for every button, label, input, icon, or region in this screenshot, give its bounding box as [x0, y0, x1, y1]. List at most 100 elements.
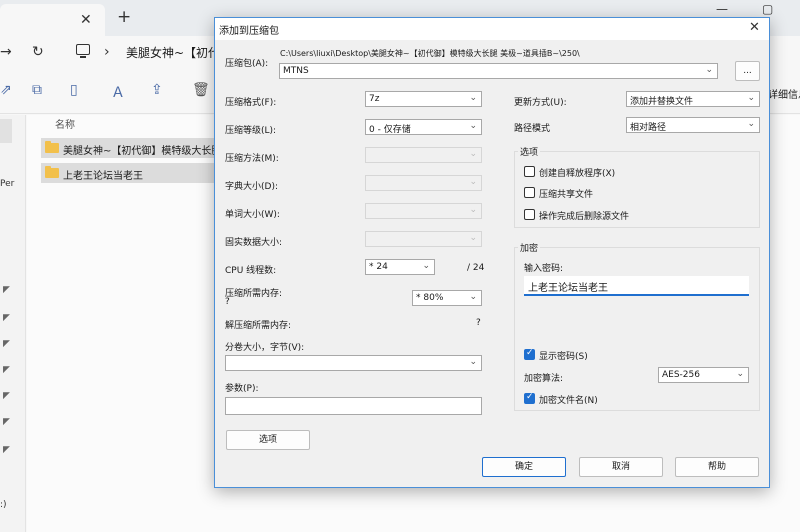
pin-icon: ◤ — [3, 339, 10, 349]
forward-arrow-icon[interactable]: → — [0, 44, 12, 60]
path-mode-select[interactable]: 相对路径 ⌄ — [626, 117, 760, 133]
options-button[interactable]: 选项 — [226, 430, 310, 450]
solid-size-label: 固实数据大小: — [225, 238, 283, 248]
cancel-button[interactable]: 取消 — [579, 457, 663, 477]
pin-icon: ◤ — [3, 391, 10, 401]
shared-files-checkbox[interactable] — [524, 187, 535, 198]
paste-icon[interactable]: ▯ — [70, 82, 78, 98]
encrypt-names-label[interactable]: 加密文件名(N) — [539, 393, 598, 406]
archive-label: 压缩包(A): — [225, 59, 269, 69]
nav-selected-item[interactable] — [0, 119, 12, 143]
chevron-down-icon: ⌄ — [422, 261, 430, 271]
breadcrumb[interactable]: 美腿女神~【初代 — [126, 44, 220, 61]
password-input[interactable]: 上老王论坛当老王 — [524, 276, 749, 296]
chevron-down-icon: ⌄ — [747, 119, 755, 129]
update-mode-select[interactable]: 添加并替换文件 ⌄ — [626, 91, 760, 107]
decompress-memory-value: ? — [476, 318, 481, 328]
copy-icon[interactable]: ⧉ — [32, 82, 42, 98]
level-select[interactable]: 0 - 仅存储 ⌄ — [365, 119, 482, 135]
chevron-down-icon: ⌄ — [469, 357, 477, 367]
sfx-label[interactable]: 创建自释放程序(X) — [539, 166, 615, 179]
minimize-icon[interactable]: — — [716, 2, 728, 16]
password-label: 输入密码: — [524, 264, 564, 274]
format-select[interactable]: 7z ⌄ — [365, 91, 482, 107]
memory-label: 压缩所需内存: — [225, 289, 283, 299]
cpu-threads-select[interactable]: * 24 ⌄ — [365, 259, 435, 275]
pin-icon: ◤ — [3, 445, 10, 455]
pin-icon: ◤ — [3, 365, 10, 375]
chevron-down-icon: ⌄ — [469, 177, 477, 187]
this-pc-icon — [76, 44, 90, 58]
params-label: 参数(P): — [225, 384, 259, 394]
column-header-name[interactable]: 名称 — [55, 116, 75, 131]
dialog-title-bar: 添加到压缩包 ✕ — [215, 18, 769, 40]
cpu-threads-value: * 24 — [369, 262, 388, 272]
chevron-down-icon: ⌄ — [469, 149, 477, 159]
delete-icon[interactable]: 🗑 — [192, 82, 210, 98]
close-icon[interactable]: ✕ — [749, 20, 760, 35]
level-value: 0 - 仅存储 — [369, 125, 411, 135]
format-value: 7z — [369, 94, 380, 104]
dict-size-select[interactable]: ⌄ — [365, 175, 482, 191]
new-tab-icon[interactable]: + — [117, 7, 131, 27]
drive-label[interactable]: :) — [0, 500, 7, 510]
delete-after-checkbox[interactable] — [524, 209, 535, 220]
maximize-icon[interactable]: ▢ — [762, 2, 773, 16]
chevron-down-icon: ⌄ — [469, 205, 477, 215]
file-name: 上老王论坛当老王 — [63, 171, 143, 182]
archive-path: C:\Users\liuxi\Desktop\美腿女神~【初代御】模特级大长腿 … — [280, 49, 580, 58]
browse-button[interactable]: ... — [735, 61, 760, 81]
split-size-select[interactable]: ⌄ — [225, 355, 482, 371]
nav-item-label[interactable]: Per — [0, 179, 14, 189]
breadcrumb-separator-icon: › — [104, 44, 110, 60]
archive-name-value: MTNS — [283, 66, 309, 76]
path-mode-label: 路径模式 — [514, 124, 551, 134]
split-size-label: 分卷大小，字节(V): — [225, 343, 305, 353]
navigation-pane: Per ◤ ◤ ◤ ◤ ◤ ◤ ◤ :) — [0, 115, 26, 532]
tab-close-icon[interactable]: ✕ — [80, 12, 92, 28]
encryption-group-title: 加密 — [518, 241, 541, 254]
show-password-checkbox[interactable] — [524, 348, 535, 360]
encryption-method-value: AES-256 — [662, 370, 700, 380]
method-label: 压缩方法(M): — [225, 154, 279, 164]
dict-size-label: 字典大小(D): — [225, 182, 278, 192]
archive-name-combo[interactable]: MTNS ⌄ — [279, 63, 718, 79]
pin-icon: ◤ — [3, 417, 10, 427]
encryption-method-select[interactable]: AES-256 ⌄ — [658, 367, 749, 383]
password-value: 上老王论坛当老王 — [528, 283, 608, 294]
format-label: 压缩格式(F): — [225, 98, 277, 108]
details-button[interactable]: 详细信息 — [768, 86, 800, 101]
share-out-icon[interactable]: ⇪ — [151, 82, 163, 98]
method-select[interactable]: ⌄ — [365, 147, 482, 163]
sfx-checkbox[interactable] — [524, 166, 535, 177]
shared-files-label[interactable]: 压缩共享文件 — [539, 187, 593, 200]
dialog-title: 添加到压缩包 — [219, 26, 279, 37]
chevron-down-icon: ⌄ — [747, 93, 755, 103]
show-password-label[interactable]: 显示密码(S) — [539, 349, 588, 362]
update-mode-value: 添加并替换文件 — [630, 97, 694, 107]
cpu-threads-label: CPU 线程数: — [225, 266, 277, 276]
word-size-label: 单词大小(W): — [225, 210, 280, 220]
file-row[interactable]: 上老王论坛当老王 — [41, 163, 241, 183]
update-mode-label: 更新方式(U): — [514, 98, 567, 108]
solid-size-select[interactable]: ⌄ — [365, 231, 482, 247]
help-button[interactable]: 帮助 — [675, 457, 759, 477]
delete-after-label[interactable]: 操作完成后删除源文件 — [539, 209, 629, 222]
memory-percent-select[interactable]: * 80% ⌄ — [412, 290, 482, 306]
path-mode-value: 相对路径 — [630, 123, 667, 133]
rename-icon[interactable]: Ａ — [111, 82, 125, 102]
memory-unknown: ? — [225, 297, 230, 307]
chevron-down-icon: ⌄ — [705, 65, 713, 75]
word-size-select[interactable]: ⌄ — [365, 203, 482, 219]
params-input[interactable] — [225, 397, 482, 415]
ok-button[interactable]: 确定 — [482, 457, 566, 477]
folder-icon — [45, 166, 59, 178]
chevron-down-icon: ⌄ — [469, 121, 477, 131]
refresh-icon[interactable]: ↻ — [32, 44, 44, 60]
share-icon[interactable]: ⇗ — [0, 82, 12, 98]
encrypt-names-checkbox[interactable] — [524, 392, 535, 404]
chevron-down-icon: ⌄ — [736, 369, 744, 379]
explorer-tab[interactable]: ✕ — [0, 4, 105, 36]
file-row[interactable]: 美腿女神~【初代御】模特级大长腿 — [41, 138, 241, 158]
cpu-threads-total: / 24 — [467, 263, 485, 273]
